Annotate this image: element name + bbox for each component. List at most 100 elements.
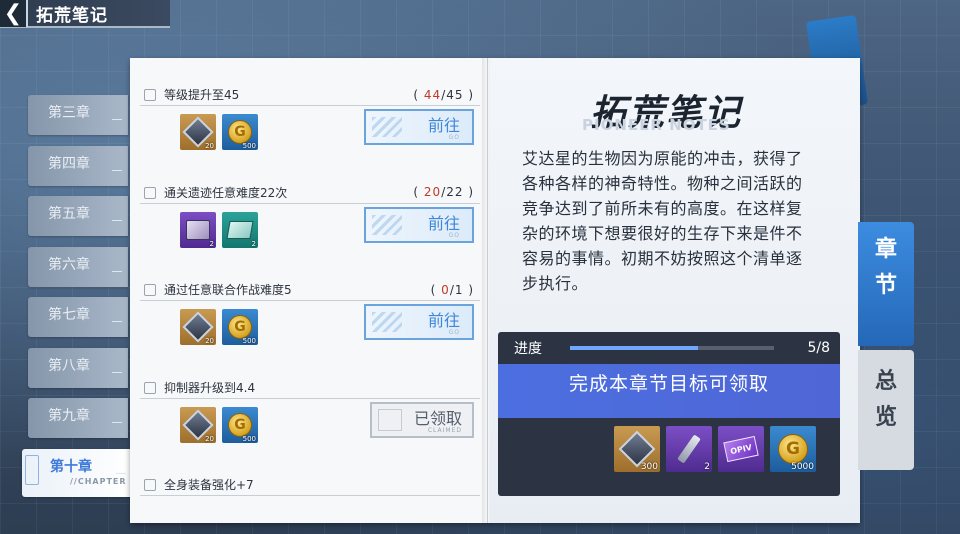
- reward-item[interactable]: G 500: [222, 309, 258, 345]
- task-entry: 通关遗迹任意难度22次 ( 20/22 ) 2 2 前往 GO: [140, 182, 480, 262]
- reward-item[interactable]: 2: [180, 211, 216, 248]
- document-icon: [25, 454, 39, 485]
- claimed-button-sublabel: CLAIMED: [427, 426, 462, 434]
- reward-item[interactable]: 20: [180, 309, 216, 345]
- reward-quantity: 300: [640, 462, 658, 472]
- claimed-button-label: 已领取: [413, 408, 462, 428]
- checkbox-icon: [144, 284, 156, 296]
- checkbox-icon: [144, 381, 156, 394]
- chapter-tab-label: 第十章: [50, 458, 92, 475]
- chapter-tab-label: 第六章: [48, 256, 90, 273]
- notes-description: 艾达星的生物因为原能的冲击，获得了各种各样的神奇特性。物种之间活跃的竞争达到了前…: [522, 149, 803, 293]
- claim-banner-button[interactable]: 完成本章节目标可领取: [498, 364, 840, 418]
- task-entry: 全身装备强化+7: [140, 474, 480, 523]
- arrow-stripes-icon: [372, 214, 402, 235]
- reward-item[interactable]: 20: [180, 114, 216, 150]
- task-header: 抑制器升级到4.4: [140, 377, 480, 399]
- chapter-tab[interactable]: 第九章: [28, 398, 128, 438]
- progress-current: 20: [423, 185, 442, 199]
- chapter-tab-label: 第五章: [48, 206, 90, 222]
- task-header: 等级提升至45 ( 44/45 ): [140, 84, 480, 106]
- chapter-tab-label: 第四章: [48, 155, 90, 172]
- task-body: 20 G 500 已领取 CLAIMED: [140, 399, 480, 457]
- reward-item[interactable]: 2: [222, 211, 258, 248]
- task-body: [140, 496, 480, 523]
- checkbox-icon: [144, 479, 156, 491]
- chapter-tab[interactable]: 第六章: [28, 246, 128, 287]
- checkbox-icon: [144, 89, 156, 101]
- reward-item[interactable]: 2: [666, 426, 712, 472]
- wrench-icon: [677, 434, 701, 464]
- progress-row: 进度 5/8: [498, 332, 840, 364]
- coin-icon: G: [228, 412, 252, 437]
- coin-icon: G: [778, 434, 808, 464]
- go-button-label: 前往: [427, 116, 460, 135]
- task-header: 通关遗迹任意难度22次 ( 20/22 ): [140, 182, 480, 204]
- side-tab-char: 览: [874, 405, 897, 430]
- chapter-tab-sublabel: //CHAPTER: [70, 476, 127, 486]
- task-progress: ( 0/1 ): [431, 283, 474, 297]
- progress-close: ): [463, 282, 474, 297]
- task-title: 抑制器升级到4.4: [164, 380, 256, 395]
- progress-open: (: [430, 282, 442, 297]
- notes-page: 拓荒笔记 PIONEER NOTES 艾达星的生物因为原能的冲击，获得了各种各样…: [490, 58, 860, 523]
- chapter-tab[interactable]: 第四章: [28, 145, 128, 186]
- task-title: 通关遗迹任意难度22次: [164, 185, 288, 200]
- notebook: 等级提升至45( 44/45 ) 20 G 500 前往 GO 通关遗迹任意难度22次( 2…: [130, 58, 860, 523]
- chapter-tab-label: 第三章: [48, 105, 90, 121]
- checkbox-icon: [144, 186, 156, 199]
- task-entry: 抑制器升级到4.4 20 G 500 已领取 CLAIMED: [140, 377, 480, 457]
- go-button[interactable]: 前往 GO: [364, 304, 474, 340]
- go-button[interactable]: 前往 GO: [364, 109, 474, 145]
- go-button-label: 前往: [427, 311, 460, 330]
- chapter-tab[interactable]: 第五章: [28, 196, 128, 236]
- arrow-stripes-icon: [372, 312, 402, 332]
- reward-item[interactable]: 300: [614, 426, 660, 472]
- reward-item[interactable]: G 5000: [770, 426, 816, 472]
- chapter-tab-label: 第九章: [48, 408, 90, 424]
- claimed-button: 已领取 CLAIMED: [370, 401, 474, 438]
- chapter-tab[interactable]: 第十章//CHAPTER: [22, 448, 132, 497]
- progress-bar: [570, 346, 774, 350]
- task-progress: ( 44/45 ): [413, 88, 474, 102]
- chapter-tab[interactable]: 第三章: [28, 95, 128, 135]
- go-button[interactable]: 前往 GO: [364, 206, 474, 243]
- chapter-progress-panel: 进度 5/8 完成本章节目标可领取 300 2 OPIV G 5000: [498, 332, 840, 496]
- side-tab-chapter-label: 章节: [858, 232, 914, 304]
- task-list-page: 等级提升至45( 44/45 ) 20 G 500 前往 GO 通关遗迹任意难度22次( 2…: [130, 58, 488, 523]
- notes-subtitle: PIONEER NOTES: [582, 116, 731, 134]
- arrow-stripes-icon: [372, 117, 402, 137]
- reward-quantity: 500: [242, 142, 256, 150]
- chapter-tab[interactable]: 第八章: [28, 347, 128, 388]
- side-tab-chapter[interactable]: 章节: [858, 222, 914, 346]
- chip-icon: [226, 220, 254, 239]
- coin-icon: G: [228, 120, 252, 144]
- progress-open: (: [413, 185, 424, 199]
- progress-current: 44: [423, 87, 442, 102]
- reward-item[interactable]: G 500: [222, 406, 258, 443]
- back-button[interactable]: ❮: [0, 0, 28, 27]
- side-tab-overview[interactable]: 总览: [858, 350, 914, 470]
- progress-close: ): [463, 185, 474, 199]
- reward-item[interactable]: G 500: [222, 114, 258, 150]
- chapter-tab[interactable]: 第七章: [28, 297, 128, 337]
- reward-quantity: 20: [205, 434, 214, 443]
- progress-total: /1: [449, 282, 464, 297]
- progress-label: 进度: [514, 341, 542, 357]
- side-tab-char: 总: [874, 369, 897, 394]
- reward-quantity: 2: [251, 239, 256, 248]
- chevron-left-icon: ❮: [3, 0, 23, 26]
- progress-current: 0: [441, 282, 450, 297]
- task-header: 通过任意联合作战难度5 ( 0/1 ): [140, 279, 480, 301]
- go-button-sublabel: GO: [448, 329, 460, 336]
- ticket-icon: OPIV: [723, 435, 759, 463]
- claimed-icon: [378, 408, 402, 431]
- reward-item[interactable]: OPIV: [718, 426, 764, 472]
- reward-item[interactable]: 20: [180, 406, 216, 443]
- progress-count: 5/8: [807, 340, 830, 356]
- chapter-rewards: 300 2 OPIV G 5000: [498, 418, 840, 496]
- task-body: 2 2 前往 GO: [140, 204, 480, 262]
- task-header: 全身装备强化+7: [140, 474, 480, 496]
- reward-quantity: 500: [242, 434, 256, 443]
- progress-total: /22: [441, 185, 464, 199]
